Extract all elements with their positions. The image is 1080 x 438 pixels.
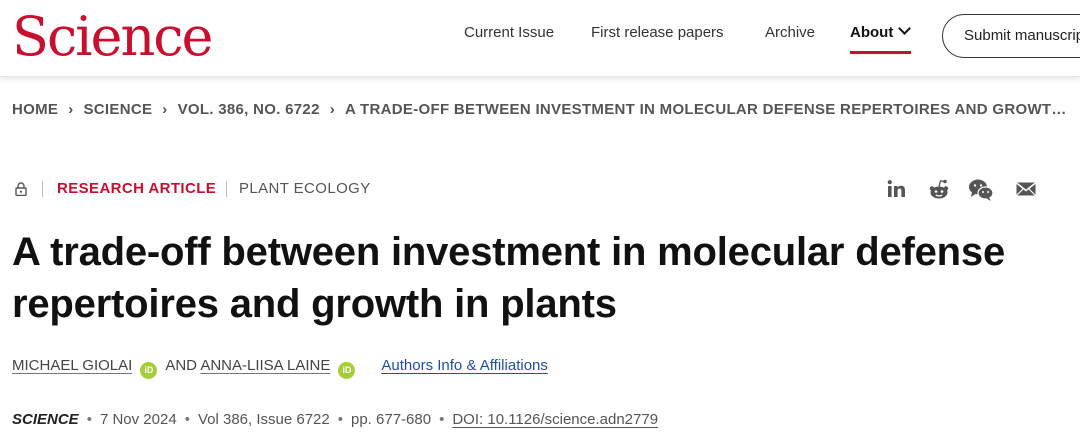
article-type-label: RESEARCH ARTICLE: [57, 180, 217, 197]
page-range: pp. 677-680: [351, 411, 432, 428]
reddit-icon: [929, 179, 949, 199]
author-list: MICHAEL GIOLAI iD AND ANNA-LIISA LAINE iD Au…: [12, 357, 548, 379]
journal-name: SCIENCE: [12, 411, 79, 428]
reddit-share-button[interactable]: [927, 178, 951, 202]
chevron-right-icon: ›: [329, 101, 336, 118]
separator-dot: •: [439, 411, 445, 428]
chevron-down-icon: [898, 22, 912, 35]
divider: [42, 181, 43, 197]
lock-icon: [15, 182, 27, 196]
email-share-button[interactable]: [1015, 178, 1037, 200]
nav-archive[interactable]: Archive: [765, 24, 815, 41]
nav-about-label: About: [850, 24, 894, 41]
nav-first-release-papers[interactable]: First release papers: [591, 24, 724, 41]
volume-issue: Vol 386, Issue 6722: [197, 411, 330, 428]
breadcrumb: HOME › SCIENCE › VOL. 386, NO. 6722 › A TRADE-…: [12, 101, 1067, 118]
linkedin-icon: [887, 180, 905, 197]
science-logo[interactable]: Science: [12, 8, 213, 66]
separator-dot: •: [86, 411, 92, 428]
wechat-icon: [969, 179, 994, 201]
breadcrumb-article: A TRADE-OFF BETWEEN INVESTMENT IN MOLECU…: [345, 101, 1067, 118]
chevron-right-icon: ›: [162, 101, 168, 118]
author-link[interactable]: ANNA-LIISA LAINE: [200, 357, 330, 374]
author-link[interactable]: MICHAEL GIOLAI: [12, 357, 132, 374]
citation-line: SCIENCE • 7 Nov 2024 • Vol 386, Issue 6722 • p…: [12, 411, 658, 428]
author-conjunction: AND: [165, 357, 197, 374]
article-subject-link[interactable]: PLANT ECOLOGY: [239, 180, 371, 197]
separator-dot: •: [337, 411, 343, 428]
orcid-icon[interactable]: iD: [140, 362, 158, 379]
breadcrumb-volume[interactable]: VOL. 386, NO. 6722: [178, 101, 320, 118]
chevron-right-icon: ›: [68, 101, 74, 118]
site-header: Science Current Issue First release pape…: [0, 0, 1080, 77]
doi-link[interactable]: DOI: 10.1126/science.adn2779: [452, 411, 658, 428]
nav-current-issue[interactable]: Current Issue: [464, 24, 554, 41]
breadcrumb-science[interactable]: SCIENCE: [84, 101, 153, 118]
divider: [226, 181, 227, 197]
wechat-share-button[interactable]: [968, 178, 994, 202]
email-icon: [1016, 182, 1036, 196]
authors-info-affiliations-link[interactable]: Authors Info & Affiliations: [381, 357, 548, 374]
publication-date: 7 Nov 2024: [99, 411, 177, 428]
separator-dot: •: [184, 411, 190, 428]
orcid-icon[interactable]: iD: [338, 362, 356, 379]
linkedin-share-button[interactable]: [886, 178, 908, 200]
active-nav-indicator: [850, 51, 911, 54]
submit-manuscript-button[interactable]: Submit manuscript: [942, 14, 1080, 58]
article-title: A trade-off between investment in molecu…: [12, 230, 1005, 326]
nav-about[interactable]: About: [850, 22, 912, 41]
breadcrumb-home[interactable]: HOME: [12, 101, 58, 118]
